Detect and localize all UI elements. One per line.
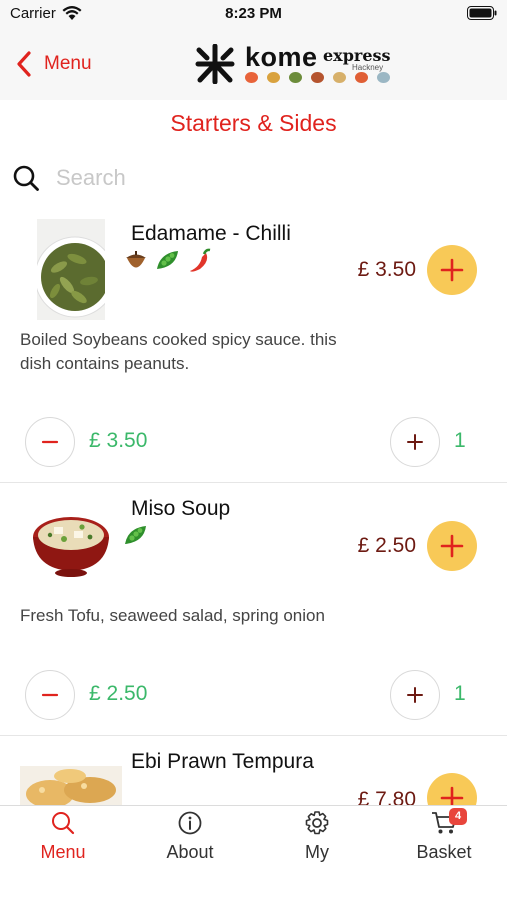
plus-icon bbox=[440, 786, 464, 805]
prawn-tempura-photo bbox=[20, 766, 122, 805]
nav-header: Menu kome express Hackney bbox=[0, 28, 507, 100]
dietary-icons bbox=[122, 247, 214, 275]
plus-icon bbox=[440, 258, 464, 282]
back-label: Menu bbox=[44, 53, 92, 74]
increase-quantity-button[interactable] bbox=[390, 417, 440, 467]
tab-label: About bbox=[166, 842, 214, 862]
search-input[interactable] bbox=[56, 165, 456, 191]
tab-basket[interactable]: 4 Basket bbox=[381, 806, 507, 876]
shrimp-icon bbox=[245, 72, 258, 83]
search-icon bbox=[52, 812, 75, 835]
dumpling-icon bbox=[267, 72, 280, 83]
bowl-icon bbox=[289, 72, 302, 83]
vegetarian-pea-icon bbox=[125, 526, 146, 544]
restaurant-logo: kome express Hackney bbox=[195, 40, 395, 90]
item-price: £ 3.50 bbox=[357, 258, 416, 281]
miso-soup-photo bbox=[33, 517, 109, 577]
chevron-left-icon bbox=[17, 51, 31, 77]
menu-item: Edamame - Chilli £ 3.50 Boiled Soybeans … bbox=[0, 210, 507, 482]
search-bar bbox=[12, 160, 492, 196]
prawn-icon bbox=[355, 72, 368, 83]
back-button[interactable]: Menu bbox=[14, 48, 92, 80]
search-icon bbox=[13, 165, 39, 191]
decrease-quantity-button[interactable] bbox=[25, 670, 75, 720]
tab-about[interactable]: About bbox=[127, 806, 253, 876]
basket-count-badge: 4 bbox=[449, 808, 467, 825]
plus-icon bbox=[407, 687, 423, 703]
item-name: Ebi Prawn Tempura bbox=[131, 750, 314, 773]
item-price: £ 7.80 bbox=[357, 788, 416, 805]
tab-label: Menu bbox=[40, 842, 86, 862]
quantity-value: 1 bbox=[454, 682, 466, 705]
gear-icon bbox=[305, 811, 329, 835]
sushi-icon bbox=[333, 72, 346, 83]
item-name: Edamame - Chilli bbox=[131, 222, 291, 245]
battery-icon bbox=[467, 6, 497, 20]
menu-item: Ebi Prawn Tempura £ 7.80 bbox=[0, 736, 507, 805]
line-price: £ 2.50 bbox=[89, 682, 148, 705]
tab-label: Basket bbox=[416, 842, 472, 862]
tab-label: My bbox=[305, 842, 329, 862]
add-to-basket-button[interactable] bbox=[427, 245, 477, 295]
decrease-quantity-button[interactable] bbox=[25, 417, 75, 467]
dietary-icons bbox=[122, 522, 150, 550]
logo-location: Hackney bbox=[352, 63, 384, 72]
status-bar: Carrier 8:23 PM bbox=[0, 0, 507, 28]
quantity-value: 1 bbox=[454, 429, 466, 452]
line-price: £ 3.50 bbox=[89, 429, 148, 452]
info-icon bbox=[178, 811, 202, 835]
item-description: Boiled Soybeans cooked spicy sauce. this… bbox=[20, 330, 337, 373]
minus-icon bbox=[41, 693, 59, 697]
tab-my[interactable]: My bbox=[254, 806, 380, 876]
add-to-basket-button[interactable] bbox=[427, 773, 477, 805]
clock: 8:23 PM bbox=[225, 5, 282, 22]
tab-bar: Menu About My 4 Basket bbox=[0, 805, 507, 900]
prawn-tempura-image bbox=[20, 766, 122, 805]
plus-icon bbox=[440, 534, 464, 558]
logo-word: kome bbox=[245, 42, 318, 72]
noodle-icon bbox=[311, 72, 324, 83]
item-name: Miso Soup bbox=[131, 497, 231, 520]
increase-quantity-button[interactable] bbox=[390, 670, 440, 720]
quantity-row: £ 2.50 1 bbox=[0, 670, 507, 720]
add-to-basket-button[interactable] bbox=[427, 521, 477, 571]
item-price: £ 2.50 bbox=[357, 534, 416, 557]
edamame-image bbox=[37, 219, 105, 320]
menu-item: Miso Soup £ 2.50 Fresh Tofu, seaweed sal… bbox=[0, 483, 507, 735]
vegetarian-pea-icon bbox=[157, 251, 178, 269]
quantity-row: £ 3.50 1 bbox=[0, 417, 507, 467]
logo-food-illustrations bbox=[245, 72, 390, 83]
rice-bowl-icon bbox=[377, 72, 390, 83]
tab-menu[interactable]: Menu bbox=[0, 806, 126, 876]
plus-icon bbox=[407, 434, 423, 450]
minus-icon bbox=[41, 440, 59, 444]
chilli-icon bbox=[190, 248, 211, 272]
item-description: Fresh Tofu, seaweed salad, spring onion bbox=[20, 606, 325, 625]
nut-icon bbox=[126, 251, 146, 268]
miso-soup-image bbox=[30, 497, 112, 579]
rice-kanji-icon bbox=[195, 44, 235, 84]
edamame-photo bbox=[37, 219, 105, 320]
section-title: Starters & Sides bbox=[170, 110, 337, 136]
